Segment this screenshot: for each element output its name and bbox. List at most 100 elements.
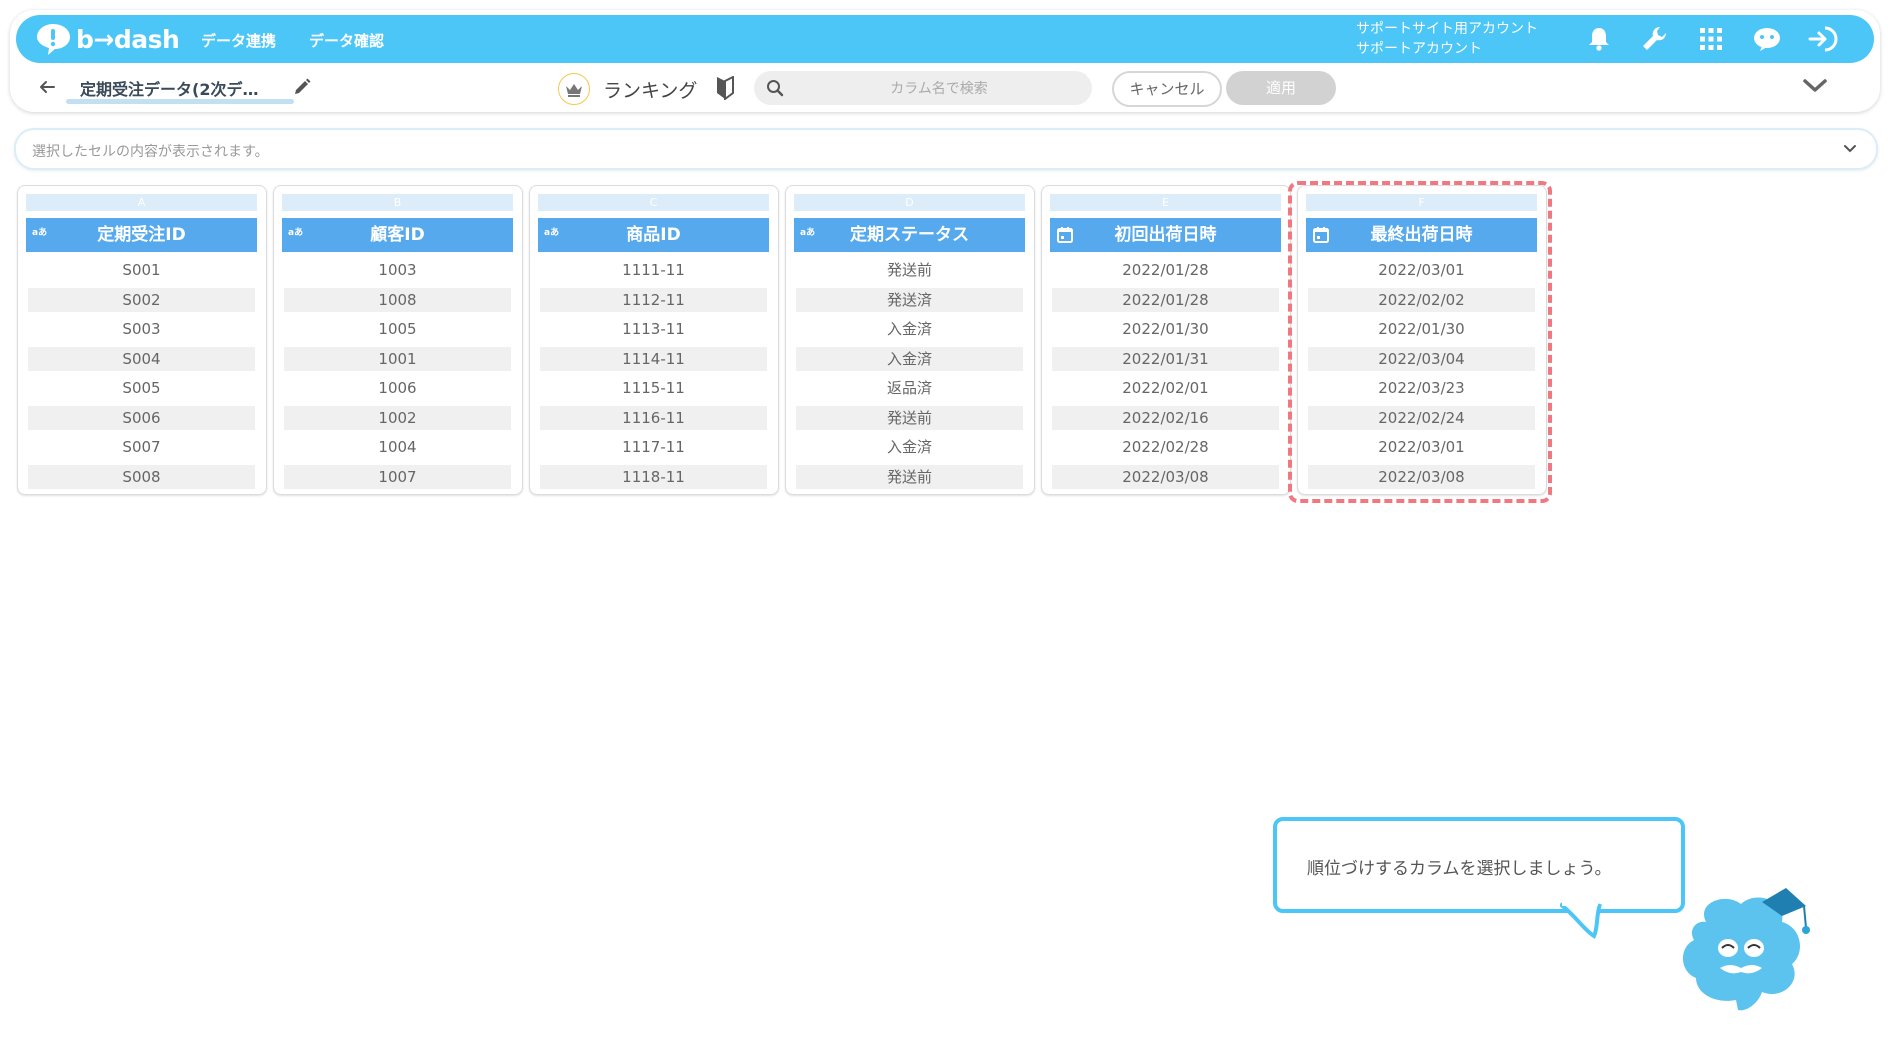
dataset-name[interactable]: 定期受注データ(2次デ… [80, 76, 258, 100]
table-cell[interactable]: 1113-11 [540, 317, 767, 341]
bell-icon[interactable] [1584, 24, 1614, 54]
column-card[interactable]: Caあ 商品ID 1111-11 1112-11 1113-11 1114-11 1115-… [529, 185, 779, 495]
table-cell[interactable]: 入金済 [796, 317, 1023, 341]
wrench-icon[interactable] [1640, 24, 1670, 54]
cell-content-bar[interactable]: 選択したセルの内容が表示されます。 [14, 128, 1878, 170]
table-cell[interactable]: 1001 [284, 346, 511, 371]
column-highlight-frame [1288, 181, 1552, 503]
column-header-label: 顧客ID [370, 225, 425, 245]
column-card[interactable]: Daあ 定期ステータス 発送前 発送済 入金済 入金済 返品済 発送前 入金済 発送前 [785, 185, 1035, 495]
column-header[interactable]: aあ 定期ステータス [794, 218, 1025, 252]
table-cell[interactable]: 1116-11 [540, 405, 767, 430]
table-cell[interactable]: S007 [28, 435, 255, 459]
table-cell[interactable]: S006 [28, 405, 255, 430]
chat-bot-icon[interactable] [1752, 24, 1782, 54]
text-type-icon: aあ [800, 228, 816, 238]
mascot-character-icon [1682, 888, 1810, 1011]
column-header[interactable]: aあ 顧客ID [282, 218, 513, 252]
column-card[interactable]: Aaあ 定期受注ID S001 S002 S003 S004 S005 S006 S007 S00… [17, 185, 267, 495]
column-header-label: 定期受注ID [97, 225, 186, 245]
back-arrow-icon[interactable] [36, 76, 58, 98]
account-org: サポートサイト用アカウント [1356, 21, 1538, 37]
column-letter: E [1050, 194, 1281, 211]
pencil-icon[interactable] [292, 77, 312, 97]
beginner-mark-icon[interactable] [714, 76, 736, 100]
column-header-label: 初回出荷日時 [1114, 225, 1217, 245]
table-cell[interactable]: S003 [28, 317, 255, 341]
column-cells: 1003 1008 1005 1001 1006 1002 1004 1007 [284, 258, 511, 494]
table-cell[interactable]: 発送前 [796, 464, 1023, 489]
table-cell[interactable]: 返品済 [796, 376, 1023, 400]
table-cell[interactable]: S002 [28, 287, 255, 312]
nav-data-check[interactable]: データ確認 [309, 30, 384, 51]
column-header[interactable]: aあ 定期受注ID [26, 218, 257, 252]
table-cell[interactable]: 1005 [284, 317, 511, 341]
column-card[interactable]: Baあ 顧客ID 1003 1008 1005 1001 1006 1002 1004 1007 [273, 185, 523, 495]
table-cell[interactable]: 1004 [284, 435, 511, 459]
search-icon [767, 80, 784, 97]
cancel-button[interactable]: キャンセル [1112, 71, 1222, 107]
table-cell[interactable]: 2022/01/28 [1052, 258, 1279, 282]
nav-data-integration[interactable]: データ連携 [201, 30, 276, 51]
table-cell[interactable]: 発送前 [796, 405, 1023, 430]
table-cell[interactable]: 1112-11 [540, 287, 767, 312]
ranking-title: ランキング [603, 80, 698, 102]
logo-text: b→dash [76, 24, 180, 54]
table-cell[interactable]: 1115-11 [540, 376, 767, 400]
apply-button[interactable]: 適用 [1226, 71, 1336, 105]
column-header-label: 商品ID [626, 225, 681, 245]
top-navigation-bar: b→dash データ連携 データ確認 サポートサイト用アカウント サポートアカウ… [16, 15, 1874, 63]
column-letter: C [538, 194, 769, 211]
table-cell[interactable]: 入金済 [796, 346, 1023, 371]
table-cell[interactable]: 1117-11 [540, 435, 767, 459]
table-cell[interactable]: 2022/02/28 [1052, 435, 1279, 459]
column-cells: 1111-11 1112-11 1113-11 1114-11 1115-11 1116-… [540, 258, 767, 494]
column-cells: 発送前 発送済 入金済 入金済 返品済 発送前 入金済 発送前 [796, 258, 1023, 494]
column-letter: D [794, 194, 1025, 211]
column-card[interactable]: E 初回出荷日時 2022/01/28 2022/01/28 2022/01/30 202… [1041, 185, 1291, 495]
table-cell[interactable]: 2022/02/16 [1052, 405, 1279, 430]
text-type-icon: aあ [32, 228, 48, 238]
search-input[interactable] [794, 74, 1084, 104]
logout-icon[interactable] [1808, 24, 1838, 54]
ranking-crown-icon [558, 73, 590, 105]
table-cell[interactable]: 発送前 [796, 258, 1023, 282]
table-cell[interactable]: 1003 [284, 258, 511, 282]
cell-content-placeholder: 選択したセルの内容が表示されます。 [32, 144, 269, 160]
column-letter: B [282, 194, 513, 211]
guide-tooltip-text: 順位づけするカラムを選択しましょう。 [1307, 859, 1612, 879]
table-cell[interactable]: 1114-11 [540, 346, 767, 371]
table-cell[interactable]: 2022/01/31 [1052, 346, 1279, 371]
account-info[interactable]: サポートサイト用アカウント サポートアカウント [1356, 19, 1538, 59]
account-user: サポートアカウント [1356, 41, 1482, 57]
table-cell[interactable]: 2022/02/01 [1052, 376, 1279, 400]
column-header[interactable]: aあ 商品ID [538, 218, 769, 252]
table-cell[interactable]: S008 [28, 464, 255, 489]
table-cell[interactable]: 1006 [284, 376, 511, 400]
table-cell[interactable]: S005 [28, 376, 255, 400]
text-type-icon: aあ [288, 228, 304, 238]
column-search-box[interactable] [754, 71, 1092, 105]
column-cells: S001 S002 S003 S004 S005 S006 S007 S008 [28, 258, 255, 494]
column-cells: 2022/01/28 2022/01/28 2022/01/30 2022/01/31… [1052, 258, 1279, 494]
table-cell[interactable]: 発送済 [796, 287, 1023, 312]
table-cell[interactable]: 1007 [284, 464, 511, 489]
table-cell[interactable]: 1008 [284, 287, 511, 312]
logo-bubble-icon [37, 24, 70, 55]
table-cell[interactable]: 2022/01/30 [1052, 317, 1279, 341]
table-cell[interactable]: 1118-11 [540, 464, 767, 489]
b-dash-logo[interactable]: b→dash [34, 21, 180, 57]
chevron-down-icon[interactable] [1842, 142, 1858, 156]
table-cell[interactable]: 1111-11 [540, 258, 767, 282]
calendar-icon [1057, 227, 1073, 243]
grid-icon[interactable] [1696, 24, 1726, 54]
table-cell[interactable]: 2022/01/28 [1052, 287, 1279, 312]
table-cell[interactable]: S001 [28, 258, 255, 282]
table-cell[interactable]: S004 [28, 346, 255, 371]
table-cell[interactable]: 入金済 [796, 435, 1023, 459]
table-cell[interactable]: 2022/03/08 [1052, 464, 1279, 489]
chevron-down-icon[interactable] [1802, 76, 1828, 96]
table-cell[interactable]: 1002 [284, 405, 511, 430]
guide-tooltip: 順位づけするカラムを選択しましょう。 [1273, 817, 1685, 913]
column-header[interactable]: 初回出荷日時 [1050, 218, 1281, 252]
